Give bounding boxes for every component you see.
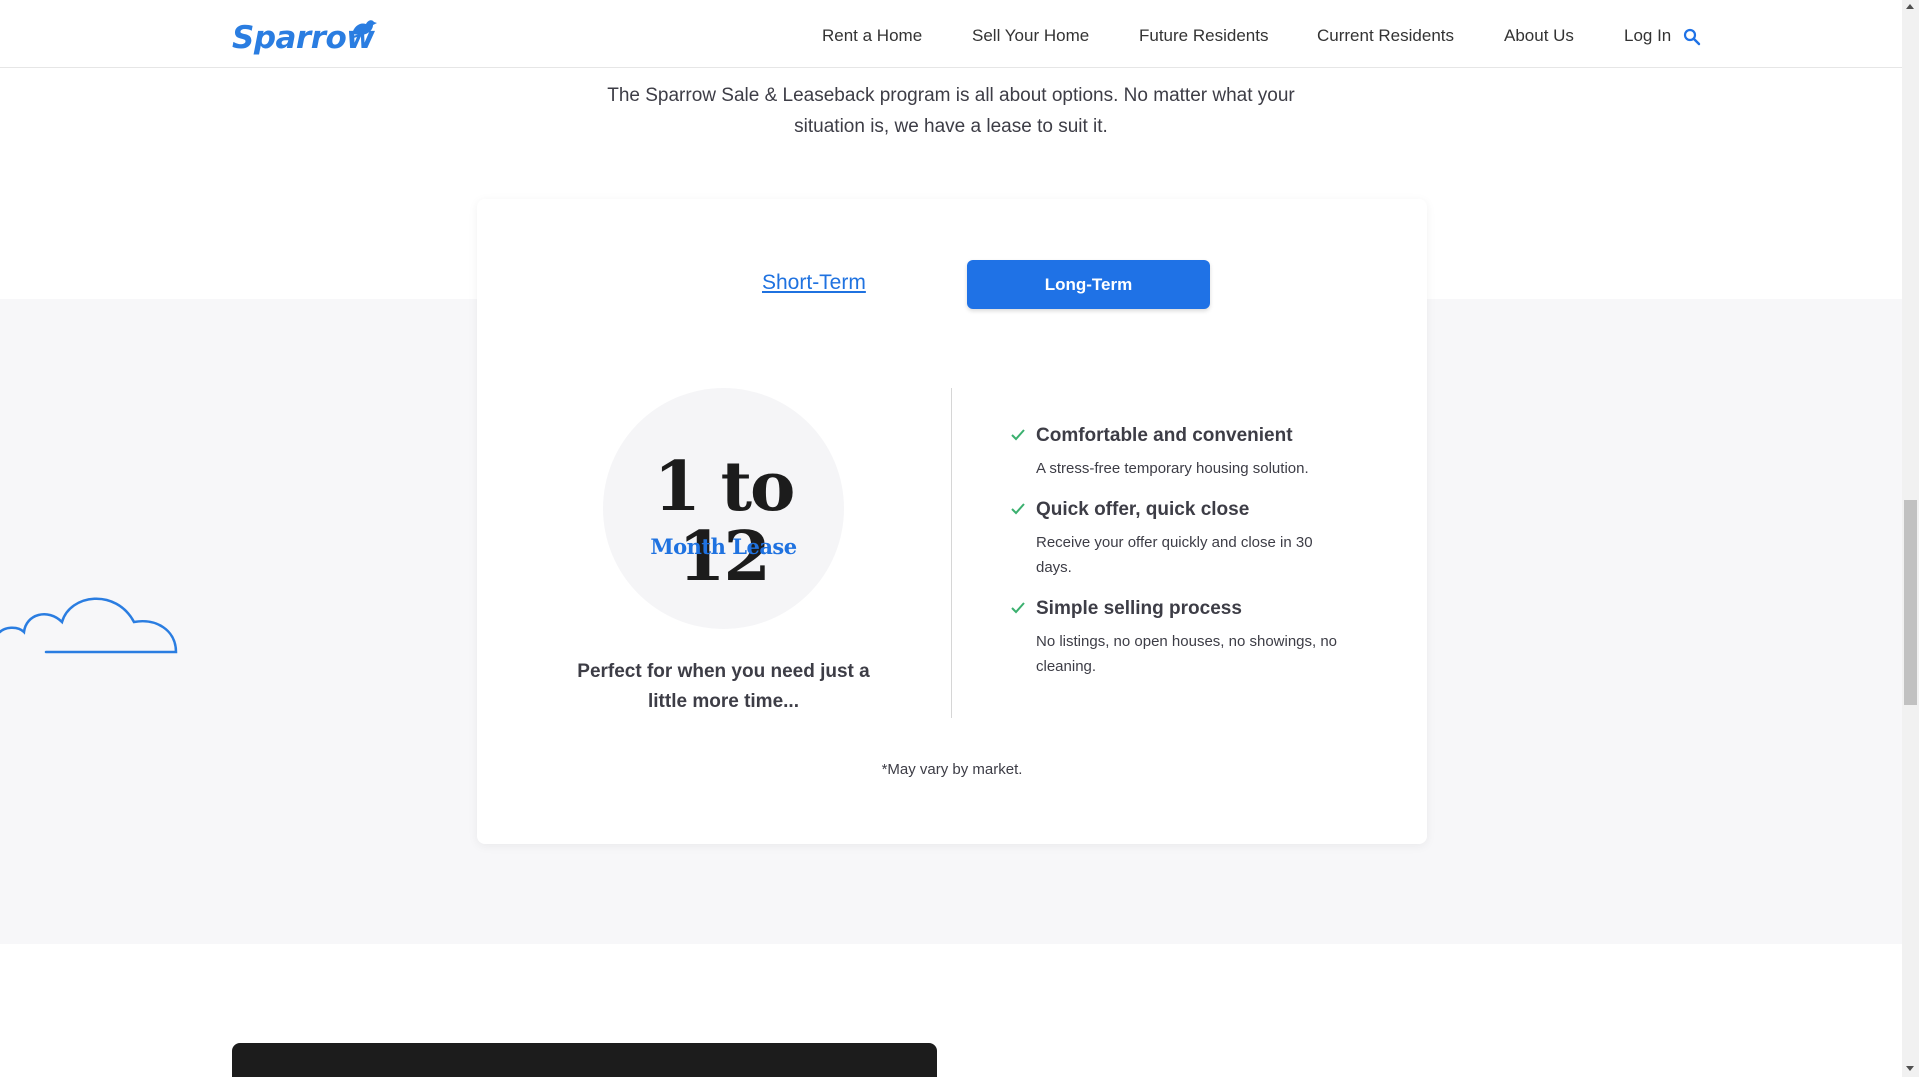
feature-item: Quick offer, quick close Receive your of… xyxy=(1010,498,1340,580)
page-scrollbar[interactable] xyxy=(1902,0,1919,1077)
feature-item: Comfortable and convenient A stress-free… xyxy=(1010,424,1340,481)
nav-current-residents[interactable]: Current Residents xyxy=(1317,26,1454,46)
feature-title: Simple selling process xyxy=(1036,598,1242,619)
vertical-divider xyxy=(951,388,952,718)
check-icon xyxy=(1011,602,1025,614)
lease-tagline: Perfect for when you need just a little … xyxy=(577,661,870,712)
tab-short-term[interactable]: Short-Term xyxy=(762,271,866,295)
nav-future-residents[interactable]: Future Residents xyxy=(1139,26,1268,46)
lease-duration-badge: 1 to 12 Month Lease xyxy=(603,388,844,629)
feature-description: Receive your offer quickly and close in … xyxy=(1036,534,1313,576)
lease-options-card: Short-Term Long-Term 1 to 12 Month Lease… xyxy=(477,199,1427,844)
scrollbar-thumb[interactable] xyxy=(1904,500,1917,705)
dark-media-block xyxy=(232,1043,937,1077)
scroll-up-arrow-icon[interactable] xyxy=(1906,4,1914,9)
page: Sparrow Rent a Home Sell Your Home Futur… xyxy=(0,0,1919,1077)
nav-log-in[interactable]: Log In xyxy=(1624,26,1671,46)
cloud-icon xyxy=(0,597,178,654)
feature-description: A stress-free temporary housing solution… xyxy=(1036,460,1309,477)
lease-range: 1 to 12 xyxy=(653,447,796,597)
check-icon xyxy=(1011,429,1025,441)
lease-unit: Month Lease xyxy=(650,534,797,559)
check-icon xyxy=(1011,503,1025,515)
feature-list: Comfortable and convenient A stress-free… xyxy=(1010,424,1340,696)
site-header: Sparrow Rent a Home Sell Your Home Futur… xyxy=(0,0,1902,68)
nav-about-us[interactable]: About Us xyxy=(1504,26,1574,46)
sparrow-logo[interactable]: Sparrow xyxy=(232,14,377,60)
search-icon[interactable] xyxy=(1683,28,1701,46)
bird-icon xyxy=(349,20,377,39)
feature-title: Quick offer, quick close xyxy=(1036,499,1250,520)
nav-sell-your-home[interactable]: Sell Your Home xyxy=(972,26,1089,46)
nav-rent-a-home[interactable]: Rent a Home xyxy=(822,26,922,46)
intro-text: The Sparrow Sale & Leaseback program is … xyxy=(607,85,1295,137)
feature-item: Simple selling process No listings, no o… xyxy=(1010,597,1340,679)
feature-title: Comfortable and convenient xyxy=(1036,425,1293,446)
market-note: *May vary by market. xyxy=(881,761,1023,778)
feature-description: No listings, no open houses, no showings… xyxy=(1036,633,1338,675)
tab-long-term[interactable]: Long-Term xyxy=(967,260,1210,309)
scroll-down-arrow-icon[interactable] xyxy=(1906,1066,1914,1071)
